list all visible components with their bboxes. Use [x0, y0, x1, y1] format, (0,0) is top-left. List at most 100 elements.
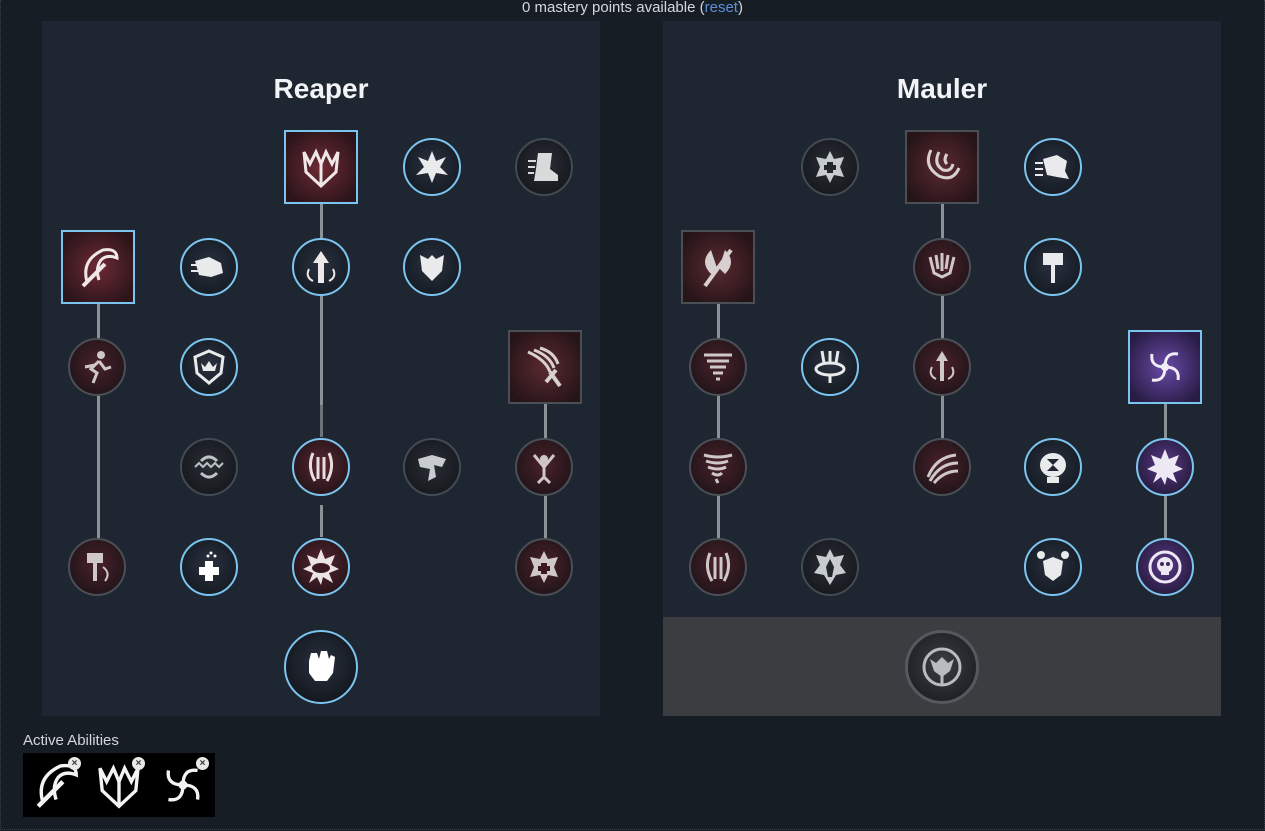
armor-icon: [420, 255, 444, 281]
helm-icon: [418, 455, 446, 481]
twister-icon: [703, 453, 733, 484]
guardian-icon: [814, 549, 846, 585]
reaper-burst-skill[interactable]: [292, 538, 350, 596]
reaper-speed-boot-skill[interactable]: [515, 138, 573, 196]
active-abilities-bar: × × ×: [23, 753, 215, 817]
tree-link: [941, 295, 944, 339]
speed-boot-icon: [528, 153, 558, 181]
reaper-twin-blades-skill[interactable]: [292, 438, 350, 496]
reaper-sprint-skill[interactable]: [68, 338, 126, 396]
tree-link: [1164, 495, 1167, 539]
mauler-guardian-skill[interactable]: [801, 538, 859, 596]
reaper-helm-skill[interactable]: [403, 438, 461, 496]
tree-link: [97, 395, 100, 539]
claw-strike-icon: [527, 346, 562, 388]
axe-swing-icon: [81, 248, 119, 288]
medic-badge-icon: [530, 551, 558, 583]
tree-link: [717, 395, 720, 439]
great-axe-icon: [703, 248, 733, 288]
remove-active-button[interactable]: ×: [132, 757, 145, 770]
vortex-icon: [1150, 352, 1180, 382]
mauler-cyclone-ability[interactable]: [905, 130, 979, 204]
tree-link: [717, 495, 720, 539]
cross-badge-icon: [816, 151, 844, 183]
mauler-slash-skill[interactable]: [913, 438, 971, 496]
tree-link: [544, 495, 547, 539]
mauler-spike-burst-skill[interactable]: [1136, 438, 1194, 496]
twin-blades-icon: [705, 552, 731, 582]
spike-burst-icon: [1147, 449, 1183, 485]
reaper-shield-skill[interactable]: [180, 338, 238, 396]
uprising-icon: [929, 351, 955, 381]
whirl-icon: [194, 455, 224, 479]
remove-active-button[interactable]: ×: [196, 757, 209, 770]
reaper-axe-swing-ability[interactable]: [61, 230, 135, 304]
ascend-icon: [306, 251, 336, 283]
reaper-rage-skill[interactable]: [515, 438, 573, 496]
tree-link: [941, 203, 944, 243]
mauler-bulwark-skill[interactable]: [1024, 538, 1082, 596]
tree-title-reaper: Reaper: [273, 73, 369, 104]
tree-link: [320, 295, 323, 407]
tree-link: [941, 395, 944, 439]
mauler-crown-skill[interactable]: [913, 238, 971, 296]
points-text: 0 mastery points available (: [522, 0, 705, 16]
active-slot-vortex[interactable]: ×: [151, 753, 215, 817]
bulwark-icon: [1037, 551, 1069, 581]
mauler-tree: Mauler: [663, 21, 1221, 716]
runner-icon: [84, 351, 112, 384]
points-suffix: ): [737, 0, 743, 16]
hourglass-skull-icon: [1040, 453, 1066, 483]
heal-cross-icon: [199, 551, 219, 581]
reaper-whirl-skill[interactable]: [180, 438, 238, 496]
mauler-ultimate-ability[interactable]: [905, 630, 979, 704]
charge-icon: [1035, 155, 1069, 179]
reaper-heal-skill[interactable]: [180, 538, 238, 596]
beast-crest-icon: [922, 647, 962, 687]
thorn-crown-icon: [814, 350, 846, 383]
reaper-arrow-up-skill[interactable]: [292, 238, 350, 296]
remove-active-button[interactable]: ×: [68, 757, 81, 770]
active-abilities-label: Active Abilities: [23, 732, 119, 749]
active-slot-reaper-crown[interactable]: ×: [87, 753, 151, 817]
war-hammer-icon: [1043, 253, 1063, 283]
reaper-crown-ability[interactable]: [284, 130, 358, 204]
reaper-rotating-blades-skill[interactable]: [403, 138, 461, 196]
burst-icon: [303, 549, 339, 585]
reaper-pounce-skill[interactable]: [180, 238, 238, 296]
mauler-war-hammer-skill[interactable]: [1024, 238, 1082, 296]
fist-icon: [309, 651, 335, 681]
reset-link[interactable]: reset: [705, 0, 738, 16]
mauler-tornado-skill[interactable]: [689, 338, 747, 396]
reaper-claw-strike-ability[interactable]: [508, 330, 582, 404]
mauler-great-axe-ability[interactable]: [681, 230, 755, 304]
tornado-icon: [704, 353, 732, 381]
mauler-hourglass-skill[interactable]: [1024, 438, 1082, 496]
reaper-hammer-skill[interactable]: [68, 538, 126, 596]
mauler-uprising-skill[interactable]: [913, 338, 971, 396]
reaper-armor-skill[interactable]: [403, 238, 461, 296]
hammer-icon: [87, 553, 109, 582]
pounce-icon: [191, 257, 223, 277]
reaper-ultimate-fist[interactable]: [284, 630, 358, 704]
rage-figure-icon: [532, 454, 556, 485]
slash-icon: [926, 453, 959, 484]
tree-link: [717, 303, 720, 339]
reaper-medic-badge-skill[interactable]: [515, 538, 573, 596]
active-slot-axe-swing[interactable]: ×: [23, 753, 87, 817]
tree-link: [320, 203, 323, 243]
mauler-skull-skill[interactable]: [1136, 538, 1194, 596]
mauler-twister-skill[interactable]: [689, 438, 747, 496]
mauler-charge-skill[interactable]: [1024, 138, 1082, 196]
twin-blades-icon: [308, 452, 334, 482]
mastery-points-status: 0 mastery points available (reset): [0, 0, 1265, 16]
mauler-cross-badge-skill[interactable]: [801, 138, 859, 196]
reaper-crown-icon: [302, 148, 340, 189]
rotating-blades-icon: [416, 151, 448, 183]
mauler-twin-blades-skill[interactable]: [689, 538, 747, 596]
mauler-thorn-crown-skill[interactable]: [801, 338, 859, 396]
mauler-vortex-ability[interactable]: [1128, 330, 1202, 404]
tree-link: [320, 505, 323, 537]
tree-link: [1164, 403, 1167, 439]
tree-link: [97, 303, 100, 339]
